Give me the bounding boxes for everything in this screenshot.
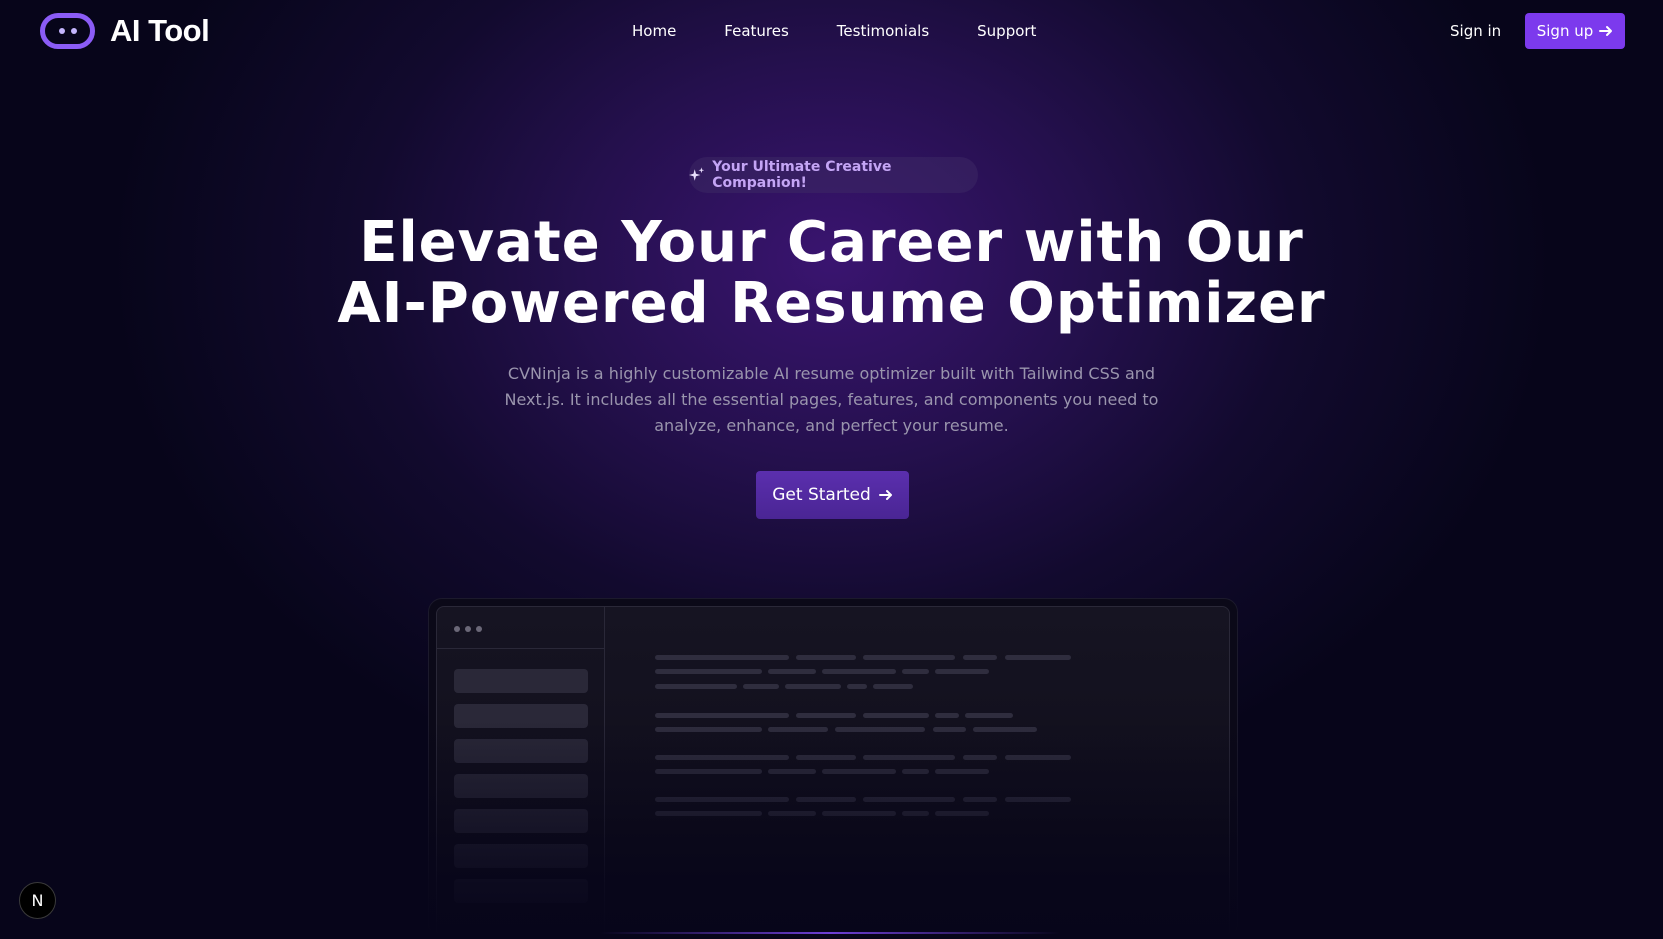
- nav-link-support[interactable]: Support: [977, 22, 1036, 40]
- main-menu: Home Features Testimonials Support: [632, 22, 1084, 40]
- logo-mark-icon: [40, 13, 95, 49]
- skeleton-line: [655, 713, 789, 718]
- nav-link-features[interactable]: Features: [724, 22, 789, 40]
- sparkle-icon: [689, 167, 705, 181]
- skeleton-line: [963, 655, 997, 660]
- skeleton-line: [796, 655, 856, 660]
- arrow-right-icon: [878, 490, 892, 500]
- skeleton-line: [743, 684, 779, 689]
- sign-up-button[interactable]: Sign up: [1525, 13, 1625, 49]
- skeleton-line: [1005, 655, 1071, 660]
- skeleton-line: [873, 684, 913, 689]
- hero-title-line-1: Elevate Your Career with Our: [359, 210, 1304, 275]
- nextjs-devtools-button[interactable]: N: [19, 882, 56, 919]
- hero-title-line-2: AI-Powered Resume Optimizer: [337, 271, 1326, 336]
- bottom-glow-line: [600, 932, 1060, 934]
- sidebar-divider: [437, 648, 605, 649]
- get-started-label: Get Started: [772, 485, 871, 505]
- sign-in-link[interactable]: Sign in: [1450, 22, 1501, 40]
- top-navigation: AI Tool Home Features Testimonials Suppo…: [0, 0, 1663, 62]
- logo-text: AI Tool: [110, 13, 210, 48]
- skeleton-line: [822, 669, 896, 674]
- preview-fade-overlay: [420, 720, 1246, 939]
- skeleton-line: [847, 684, 867, 689]
- skeleton-line: [863, 655, 955, 660]
- skeleton-line: [863, 713, 929, 718]
- arrow-right-icon: [1599, 26, 1613, 36]
- skeleton-line: [655, 655, 789, 660]
- hero-badge-text: Your Ultimate Creative Companion!: [712, 159, 892, 191]
- skeleton-line: [935, 669, 989, 674]
- skeleton-line: [902, 669, 929, 674]
- nav-link-home[interactable]: Home: [632, 22, 676, 40]
- skeleton-line: [785, 684, 841, 689]
- sidebar-placeholder: [454, 669, 588, 693]
- hero-description: CVNinja is a highly customizable AI resu…: [504, 364, 1159, 435]
- sign-up-label: Sign up: [1536, 22, 1594, 40]
- nav-link-testimonials[interactable]: Testimonials: [837, 22, 929, 40]
- logo[interactable]: AI Tool: [40, 13, 210, 49]
- skeleton-line: [796, 713, 856, 718]
- skeleton-line: [655, 669, 762, 674]
- window-controls-icon: [454, 626, 482, 632]
- get-started-button[interactable]: Get Started: [756, 471, 909, 519]
- hero-title: Elevate Your Career with Our AI-Powered …: [300, 212, 1363, 334]
- hero-badge: Your Ultimate Creative Companion!: [689, 157, 978, 193]
- skeleton-line: [965, 713, 1013, 718]
- nextjs-logo-icon: N: [31, 891, 44, 910]
- skeleton-line: [768, 669, 816, 674]
- skeleton-line: [655, 684, 737, 689]
- skeleton-line: [935, 713, 959, 718]
